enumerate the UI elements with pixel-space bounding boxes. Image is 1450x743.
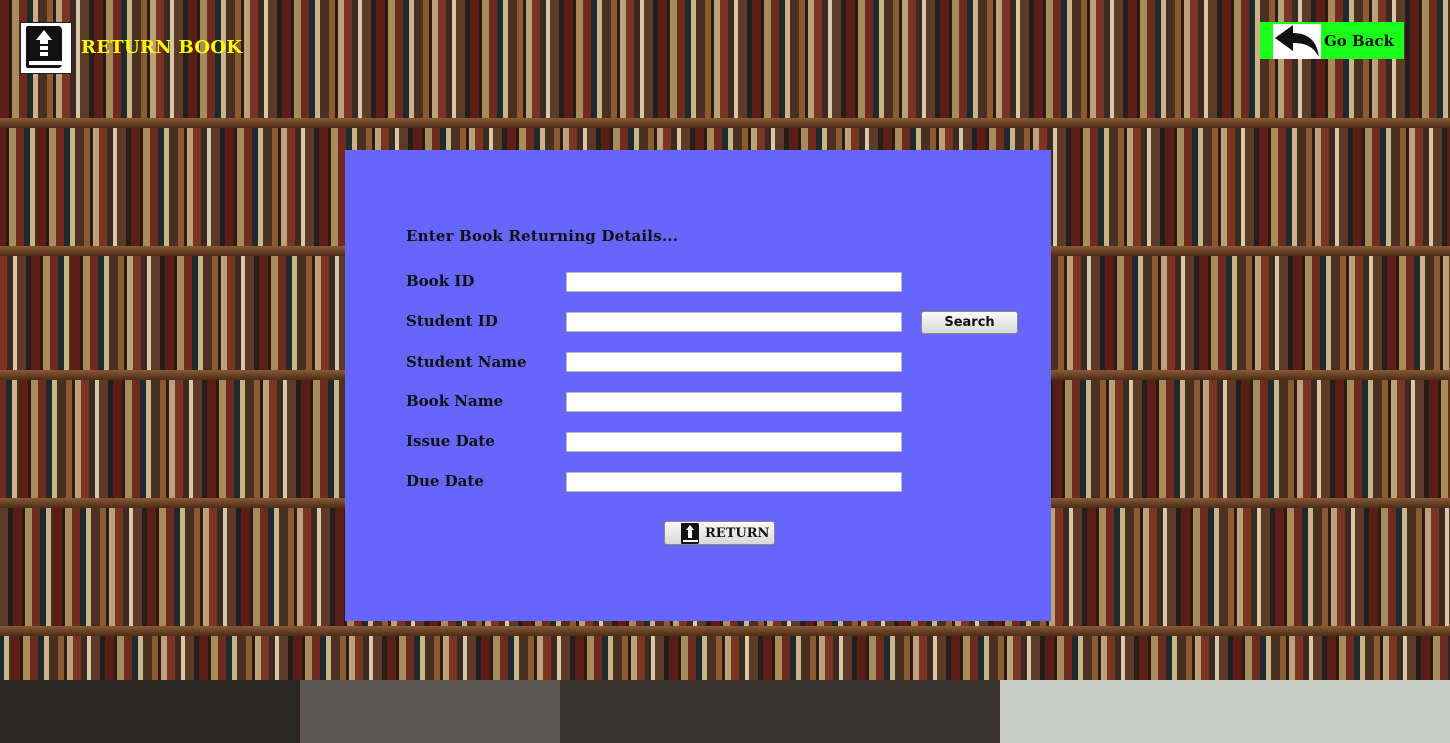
issue-date-label: Issue Date [406, 432, 495, 450]
book-id-label: Book ID [406, 272, 475, 290]
form-heading: Enter Book Returning Details... [406, 227, 679, 245]
book-name-field[interactable] [566, 392, 902, 412]
student-id-field[interactable] [566, 312, 902, 332]
return-label: RETURN [705, 526, 770, 541]
book-name-label: Book Name [406, 392, 504, 410]
return-form-panel: Enter Book Returning Details... Book ID … [345, 150, 1051, 621]
return-book-icon [681, 523, 699, 544]
student-name-label: Student Name [406, 353, 527, 371]
student-name-field[interactable] [566, 352, 902, 372]
return-button[interactable]: RETURN [664, 521, 775, 545]
issue-date-field[interactable] [566, 432, 902, 452]
go-back-button[interactable]: Go Back [1260, 22, 1404, 59]
book-id-field[interactable] [566, 272, 902, 292]
due-date-label: Due Date [406, 472, 484, 490]
back-arrow-icon [1273, 24, 1321, 59]
due-date-field[interactable] [566, 472, 902, 492]
return-book-icon [20, 22, 72, 74]
search-button[interactable]: Search [921, 311, 1018, 334]
student-id-label: Student ID [406, 312, 498, 330]
go-back-label: Go Back [1324, 32, 1394, 50]
page-title: RETURN BOOK [81, 37, 243, 58]
